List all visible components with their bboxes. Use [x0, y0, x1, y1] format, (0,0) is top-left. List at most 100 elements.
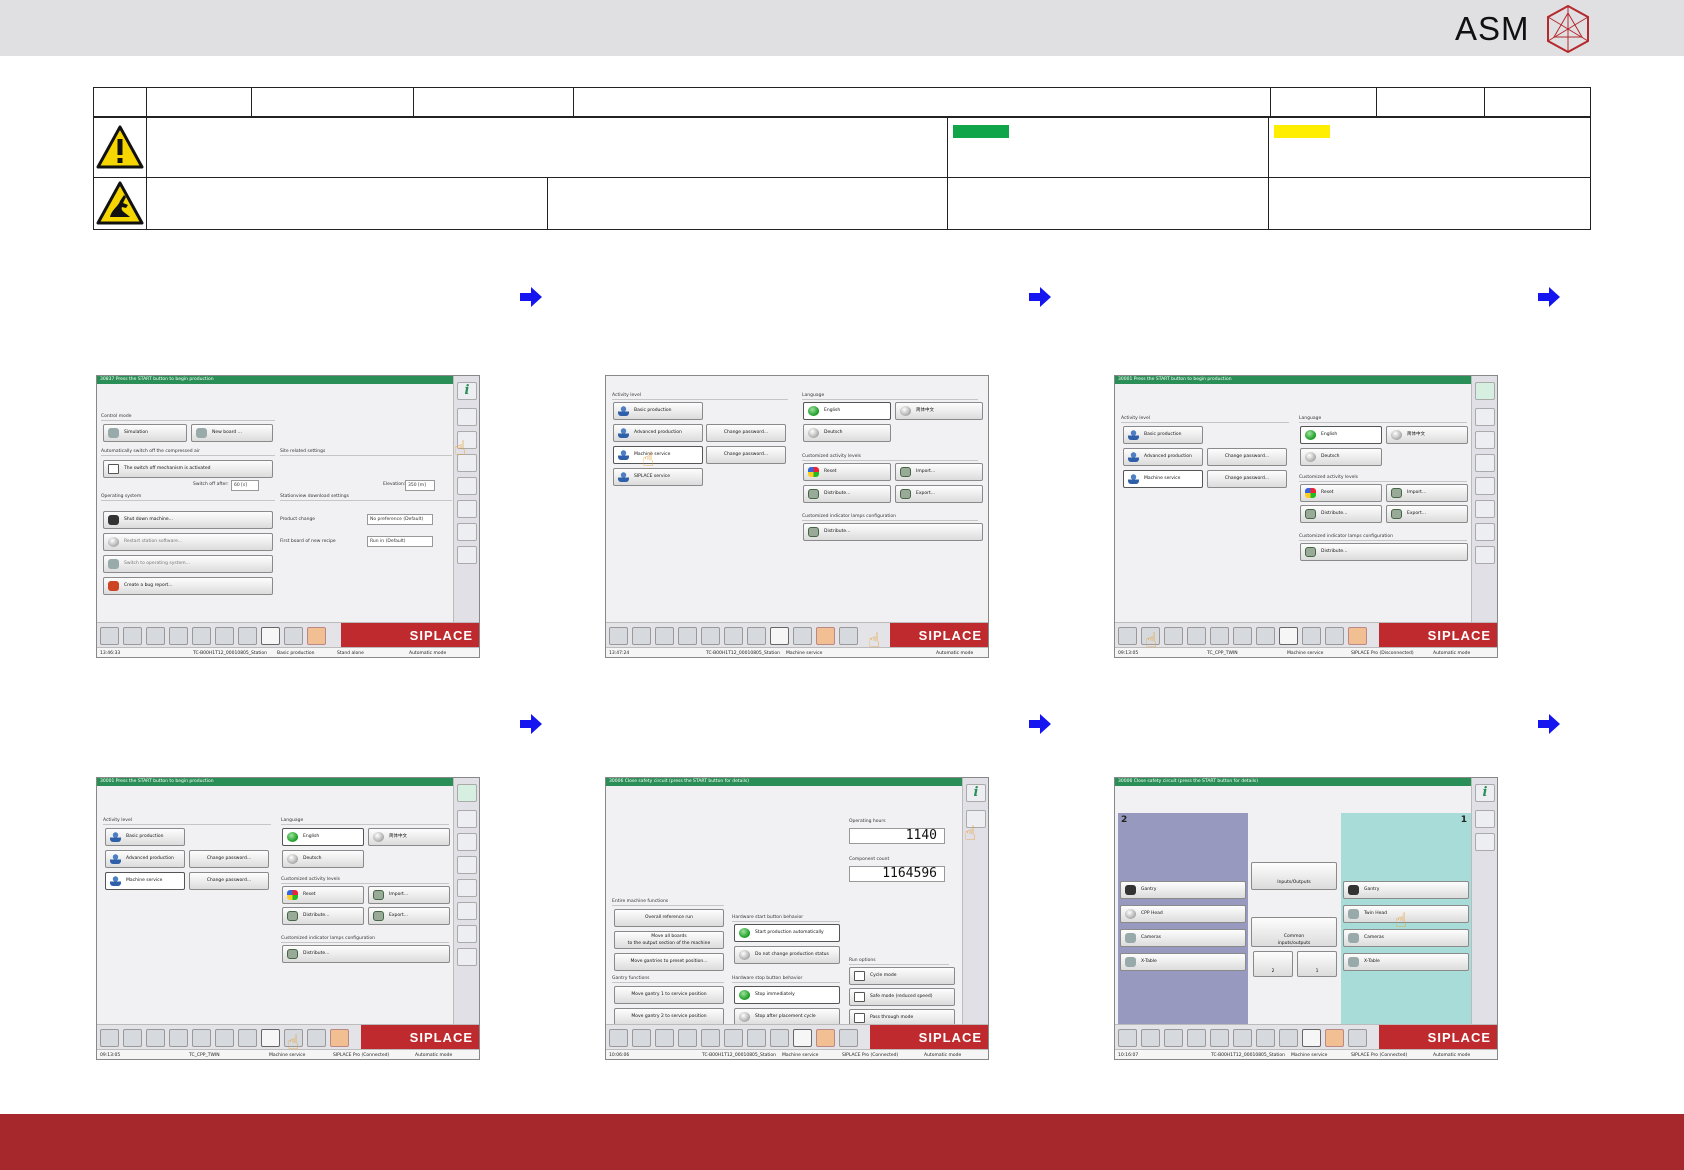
deutsch-button[interactable]: Deutsch: [282, 850, 364, 868]
service-tools-icon[interactable]: [1475, 810, 1495, 828]
pen-icon[interactable]: [261, 1029, 280, 1047]
pen-icon[interactable]: [770, 627, 789, 645]
bar-chart-icon[interactable]: [1164, 1029, 1183, 1047]
export-button[interactable]: Export...: [368, 907, 450, 925]
import-button[interactable]: Import...: [1386, 484, 1468, 502]
x-table-1-button[interactable]: X-Table: [1343, 953, 1469, 971]
change-password-button[interactable]: Change password...: [1207, 448, 1287, 466]
english-button[interactable]: English: [803, 402, 891, 420]
wrench-icon[interactable]: [330, 1029, 349, 1047]
feeder-icon[interactable]: [1187, 1029, 1206, 1047]
bar-chart-icon[interactable]: [146, 627, 165, 645]
gantry-1-service-button[interactable]: Move gantry 1 to service position: [614, 986, 724, 1004]
gantry-2-button[interactable]: Gantry: [1120, 881, 1246, 899]
feeder-icon[interactable]: [169, 1029, 188, 1047]
first-board-select[interactable]: Run in (Default): [367, 536, 433, 547]
distribute-lamps-button[interactable]: Distribute...: [1300, 543, 1468, 561]
pages-icon[interactable]: [192, 627, 211, 645]
bar-chart-icon[interactable]: [655, 627, 674, 645]
sliders-icon[interactable]: [457, 546, 477, 564]
gantry-1-button[interactable]: Gantry: [1343, 881, 1469, 899]
switch-off-mechanism-checkbox[interactable]: The switch off mechanism is activated: [103, 460, 273, 478]
x-table-2-button[interactable]: X-Table: [1120, 953, 1246, 971]
preset-position-button[interactable]: Move gantries to preset position...: [614, 953, 724, 971]
module-2-button[interactable]: 2: [1253, 951, 1293, 977]
bar-chart-icon[interactable]: [1164, 627, 1183, 645]
tools-icon[interactable]: [457, 925, 477, 943]
change-password-button[interactable]: Change password...: [189, 850, 269, 868]
gear-icon[interactable]: [1302, 627, 1321, 645]
oil-can-icon[interactable]: [816, 1029, 835, 1047]
sliders-icon[interactable]: [1475, 546, 1495, 564]
feeder-icon[interactable]: [678, 1029, 697, 1047]
distribute-button[interactable]: Distribute...: [1300, 505, 1382, 523]
info-icon[interactable]: i: [1475, 784, 1495, 802]
pages-icon[interactable]: [1210, 1029, 1229, 1047]
feeder-icon[interactable]: [678, 627, 697, 645]
wrench-icon[interactable]: [839, 627, 858, 645]
machine-icon[interactable]: [100, 1029, 119, 1047]
oil-can-icon[interactable]: [1325, 1029, 1344, 1047]
deutsch-button[interactable]: Deutsch: [1300, 448, 1382, 466]
tools-icon[interactable]: [1475, 523, 1495, 541]
wrench-icon[interactable]: [839, 1029, 858, 1047]
gear-icon[interactable]: [793, 1029, 812, 1047]
chinese-button[interactable]: 简体中文: [1386, 426, 1468, 444]
pages-icon[interactable]: [192, 1029, 211, 1047]
import-button[interactable]: Import...: [368, 886, 450, 904]
bar-chart-icon[interactable]: [655, 1029, 674, 1047]
info-icon[interactable]: [457, 784, 477, 802]
shut-down-button[interactable]: Shut down machine...: [103, 511, 273, 529]
users-icon[interactable]: [457, 833, 477, 851]
common-io-button[interactable]: Common inputs/outputs: [1251, 917, 1337, 947]
machine-icon[interactable]: [609, 627, 628, 645]
module-1-button[interactable]: 1: [1297, 951, 1337, 977]
sliders-icon[interactable]: [457, 948, 477, 966]
gear-icon[interactable]: [284, 627, 303, 645]
change-password-button[interactable]: Change password...: [706, 446, 786, 464]
distribute-button[interactable]: Distribute...: [803, 485, 891, 503]
stop-immediately-radio[interactable]: Stop immediately: [734, 986, 840, 1004]
line-chart-icon[interactable]: [724, 627, 743, 645]
camera-icon[interactable]: [1256, 1029, 1275, 1047]
basic-production-button[interactable]: Basic production: [613, 402, 703, 420]
machine-service-button[interactable]: Machine service: [613, 446, 703, 464]
pages-icon[interactable]: [1210, 627, 1229, 645]
info-icon[interactable]: i: [457, 382, 477, 400]
lamp-icon[interactable]: [1475, 477, 1495, 495]
users-icon[interactable]: [1475, 431, 1495, 449]
chinese-button[interactable]: 简体中文: [895, 402, 983, 420]
reset-button[interactable]: Reset: [282, 886, 364, 904]
restart-software-button[interactable]: Restart station software...: [103, 533, 273, 551]
oil-can-icon[interactable]: [307, 1029, 326, 1047]
line-chart-icon[interactable]: [724, 1029, 743, 1047]
export-button[interactable]: Export...: [1386, 505, 1468, 523]
grid-icon[interactable]: [1141, 1029, 1160, 1047]
product-change-select[interactable]: No preference (Default): [367, 514, 433, 525]
wrench-icon[interactable]: [1348, 627, 1367, 645]
door-icon[interactable]: [457, 810, 477, 828]
pages-icon[interactable]: [701, 1029, 720, 1047]
switch-off-after-input[interactable]: 60 [s]: [231, 480, 259, 491]
camera-icon[interactable]: [747, 1029, 766, 1047]
feeder-icon[interactable]: [1187, 627, 1206, 645]
feeder-icon[interactable]: [169, 627, 188, 645]
camera-icon[interactable]: [1256, 627, 1275, 645]
pen-icon[interactable]: [261, 627, 280, 645]
english-button[interactable]: English: [282, 828, 364, 846]
line-chart-icon[interactable]: [1233, 1029, 1252, 1047]
import-button[interactable]: Import...: [895, 463, 983, 481]
cycle-mode-checkbox[interactable]: Cycle mode: [849, 967, 955, 985]
inputs-outputs-button[interactable]: Inputs/Outputs: [1251, 862, 1337, 890]
pen-icon[interactable]: [1279, 627, 1298, 645]
grid-icon[interactable]: [632, 627, 651, 645]
change-password-button[interactable]: Change password...: [706, 424, 786, 442]
network-icon[interactable]: [457, 856, 477, 874]
safe-mode-checkbox[interactable]: Safe mode (reduced speed): [849, 988, 955, 1006]
simulation-button[interactable]: Simulation: [103, 424, 187, 442]
grid-icon[interactable]: [123, 1029, 142, 1047]
settings-icon[interactable]: [457, 902, 477, 920]
advanced-production-button[interactable]: Advanced production: [1123, 448, 1203, 466]
start-automatically-radio[interactable]: Start production automatically: [734, 924, 840, 942]
door-icon[interactable]: [1475, 408, 1495, 426]
